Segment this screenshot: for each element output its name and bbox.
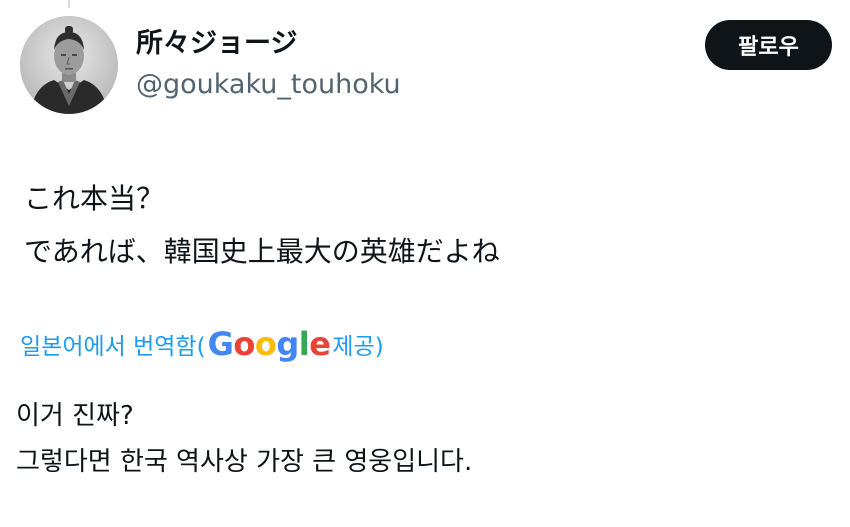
translation-prefix: 일본어에서 번역함(: [20, 334, 206, 360]
translated-tweet-text: 이거 진짜? 그렇다면 한국 역사상 가장 큰 영웅입니다.: [16, 393, 472, 485]
translated-line: 이거 진짜?: [16, 401, 134, 431]
thread-connector-line: [68, 0, 70, 8]
google-logo: Google: [207, 325, 331, 363]
author-handle[interactable]: @goukaku_touhoku: [136, 68, 401, 102]
author-display-name[interactable]: 所々ジョージ: [136, 27, 297, 61]
translation-attribution-link[interactable]: 일본어에서 번역함( Google 제공): [20, 324, 384, 364]
tweet-line: これ本当？: [24, 182, 165, 215]
portrait-image: [20, 16, 118, 114]
avatar[interactable]: [20, 16, 118, 114]
tweet-text: これ本当？ であれば、韓国史上最大の英雄だよね: [24, 172, 500, 278]
follow-button[interactable]: 팔로우: [705, 20, 832, 70]
translated-line: 그렇다면 한국 역사상 가장 큰 영웅입니다.: [16, 447, 473, 477]
translation-suffix: 제공): [332, 334, 384, 360]
tweet-line: であれば、韓国史上最大の英雄だよね: [24, 235, 500, 268]
